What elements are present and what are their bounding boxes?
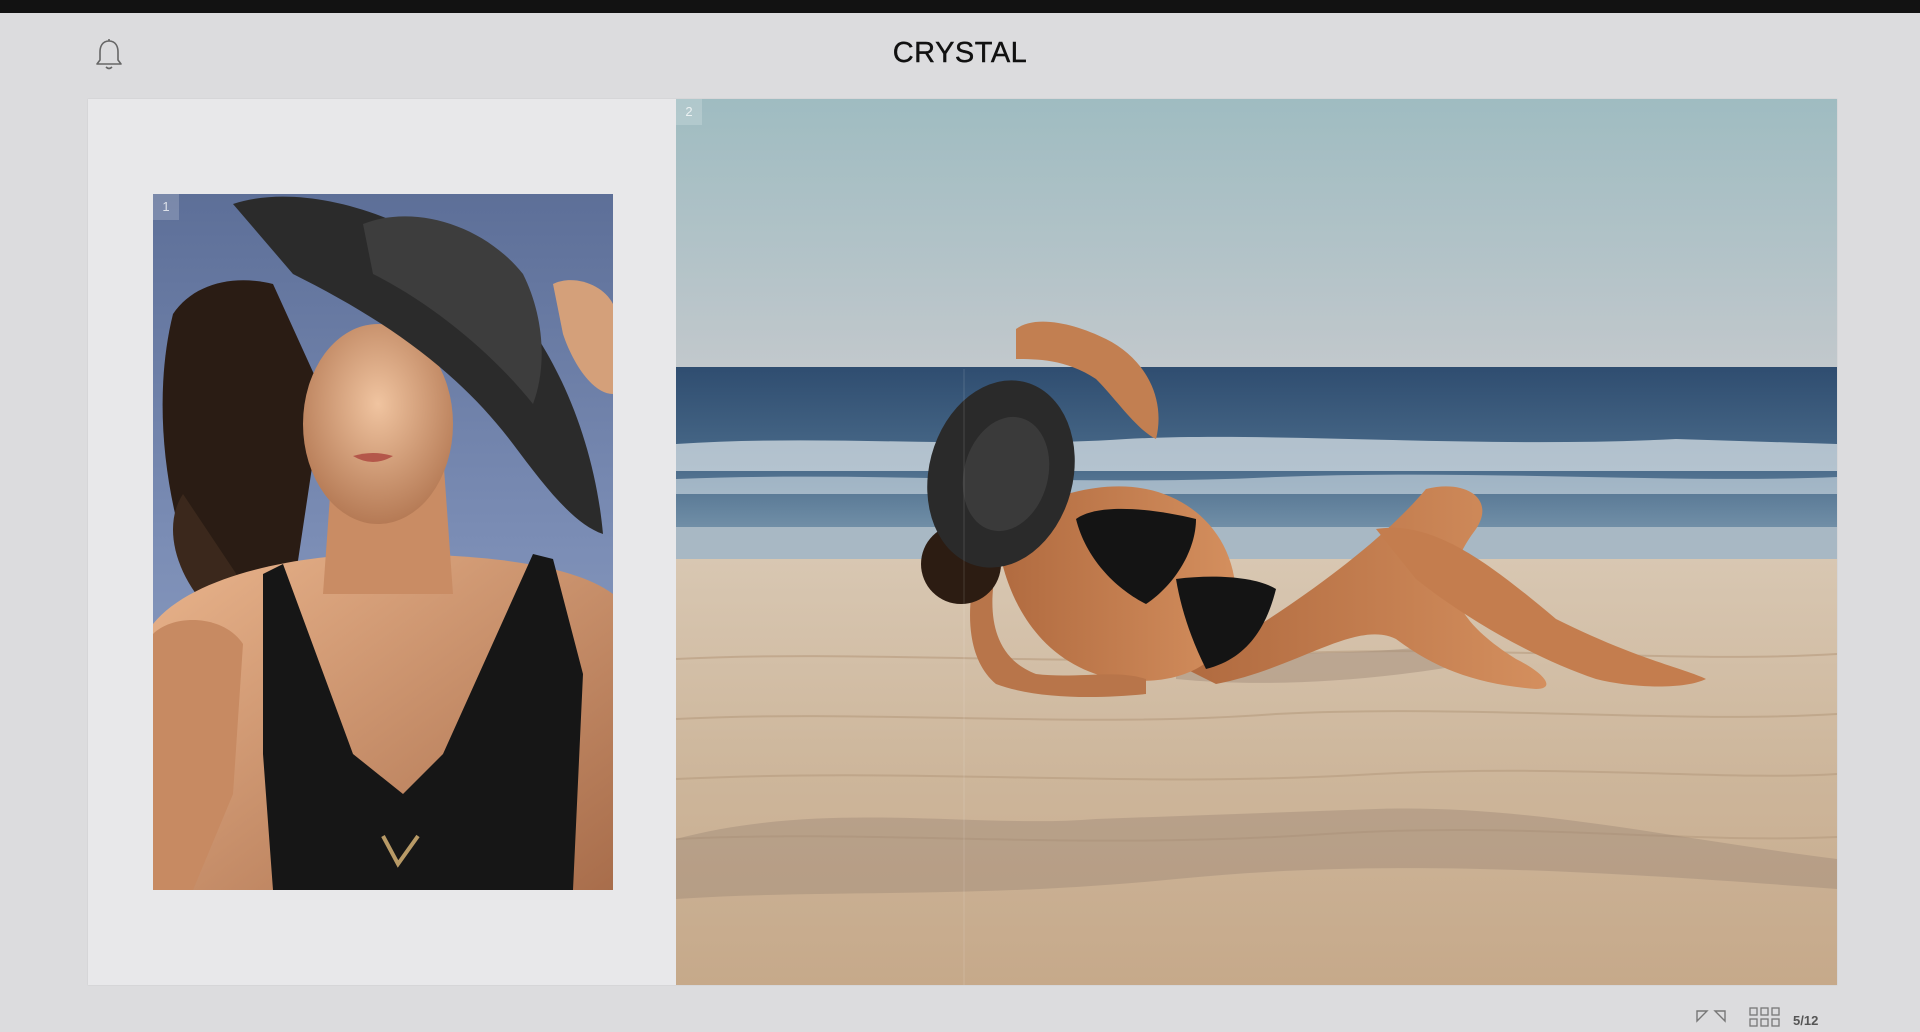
- page-counter: 5/12: [1793, 1012, 1819, 1028]
- page-title: CRYSTAL: [892, 37, 1028, 69]
- expand-arrows-icon[interactable]: [1695, 1009, 1729, 1025]
- window-top-bar: [0, 0, 1920, 13]
- photo-index-badge: 2: [676, 99, 702, 125]
- photo-spread: 1 2: [88, 99, 1837, 985]
- beach-photo[interactable]: 2: [676, 99, 1837, 985]
- left-page: 1: [88, 99, 675, 985]
- viewer-controls: 5/12: [1695, 1006, 1818, 1028]
- header: CRYSTAL: [0, 13, 1920, 99]
- portrait-photo[interactable]: 1: [153, 194, 613, 890]
- grid-icon[interactable]: [1749, 1007, 1781, 1027]
- photo-index-badge: 1: [153, 194, 179, 220]
